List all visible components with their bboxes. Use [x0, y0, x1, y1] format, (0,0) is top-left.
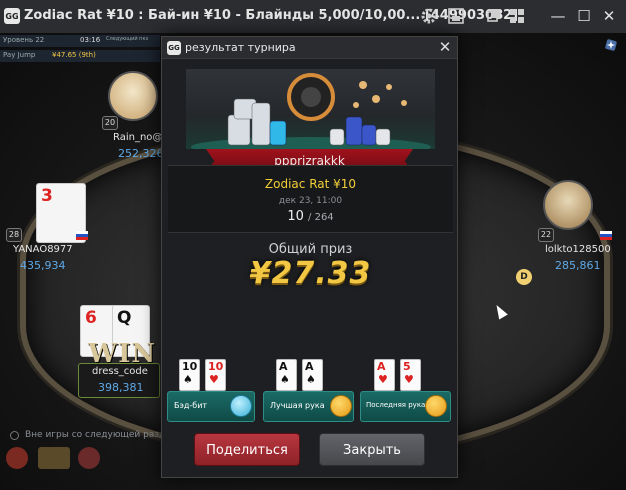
last-hand-label: Последняя рука	[366, 401, 426, 409]
seat-stack-left: 435,934	[20, 259, 66, 272]
finish-place: 10 / 264	[162, 209, 459, 224]
russia-flag-icon	[76, 231, 88, 240]
prize-label: Общий приз	[268, 242, 353, 257]
bad-beat-emoji-icon	[230, 395, 252, 417]
sitout-option[interactable]: Вне игры со следующей раздачи	[10, 430, 182, 440]
spark-icon[interactable]	[604, 38, 618, 52]
dealer-button: D	[516, 269, 532, 285]
dialog-close-x-button[interactable]: ✕	[437, 39, 453, 55]
next-level-text: Следующий пкз	[106, 36, 149, 42]
pot-jackpot-icon[interactable]	[38, 447, 70, 469]
level-info-row: Уровень 22 03:16 Следующий пкз	[0, 35, 160, 47]
best-hand-button[interactable]: Лучшая рука	[263, 391, 354, 422]
emote-icon[interactable]	[6, 447, 28, 469]
layout-toggle-icon[interactable]	[447, 7, 465, 25]
tile-tables-icon[interactable]	[508, 7, 526, 25]
window-titlebar: GG Zodiac Rat ¥10 : Бай-ин ¥10 - Блайнды…	[0, 0, 626, 33]
app-logo-icon: GG	[4, 8, 20, 24]
seat-level-badge: 28	[6, 228, 22, 242]
hand-card: A ♥	[374, 359, 395, 391]
level-timer: 03:16	[80, 36, 101, 44]
best-hand-label: Лучшая рука	[270, 401, 325, 410]
best-hand-emoji-icon	[330, 395, 352, 417]
tournament-date: дек 23, 11:00	[278, 196, 343, 206]
tournament-name: Zodiac Rat ¥10	[264, 177, 357, 191]
window-close-button[interactable]: ✕	[598, 5, 620, 27]
seat-name-right: lolkto128500	[545, 244, 611, 255]
seat-stack-hero: 398,381	[98, 381, 144, 394]
tournament-result-dialog: GG результат турнира ✕ ppprizrakkk Zodia…	[161, 36, 458, 478]
seat-name-left: YANAO8977	[13, 244, 73, 255]
hand-card: 10 ♠	[179, 359, 200, 391]
prize-amount: ¥27.33	[249, 256, 372, 291]
window-title: Zodiac Rat ¥10 : Бай-ин ¥10 - Блайнды 5,…	[24, 8, 519, 23]
last-hand-button[interactable]: Последняя рука	[360, 391, 451, 422]
seat-name-hero: dress_code	[92, 366, 148, 377]
payjump-label: Pay Jump	[3, 51, 36, 59]
restore-tables-icon[interactable]	[485, 7, 503, 25]
sitout-label: Вне игры со следующей раздачи	[25, 430, 183, 440]
seat-level-badge: 20	[102, 116, 118, 130]
close-button[interactable]: Закрыть	[319, 433, 425, 466]
hand-card: 10 ♥	[205, 359, 226, 391]
share-button[interactable]: Поделиться	[194, 433, 300, 466]
dialog-header: GG результат турнира ✕	[162, 37, 457, 59]
hand-card: A ♠	[276, 359, 297, 391]
russia-flag-icon	[600, 231, 612, 240]
seat-avatar-top[interactable]	[108, 71, 158, 121]
hand-card: 5 ♥	[400, 359, 421, 391]
payjump-row: Pay Jump ¥47.65 (9th)	[0, 50, 160, 62]
settings-gear-icon[interactable]	[420, 7, 438, 25]
place-total: 264	[314, 212, 334, 223]
dialog-title: результат турнира	[185, 41, 296, 54]
hand-card: A ♠	[302, 359, 323, 391]
maximize-button[interactable]: ☐	[573, 5, 595, 27]
seat-stack-right: 285,861	[555, 259, 601, 272]
rabbit-hunt-icon[interactable]	[78, 447, 100, 469]
seat-name-top: Rain_no@	[113, 132, 163, 143]
level-text: Уровень 22	[3, 36, 45, 44]
seat-level-badge: 22	[538, 228, 554, 242]
payjump-value: ¥47.65 (9th)	[52, 51, 96, 59]
poker-chips-illustration	[191, 73, 431, 149]
seat-avatar-right[interactable]	[543, 180, 593, 230]
bad-beat-button[interactable]: Бэд-бит	[167, 391, 255, 422]
bad-beat-label: Бэд-бит	[174, 401, 208, 410]
minimize-button[interactable]: —	[547, 5, 569, 27]
app-logo-icon: GG	[167, 41, 181, 55]
chips-banner-image	[186, 69, 435, 149]
sitout-radio[interactable]	[10, 430, 19, 440]
last-hand-emoji-icon	[425, 395, 447, 417]
place-value: 10	[287, 209, 304, 224]
seat-stack-top: 252,326	[118, 147, 164, 160]
